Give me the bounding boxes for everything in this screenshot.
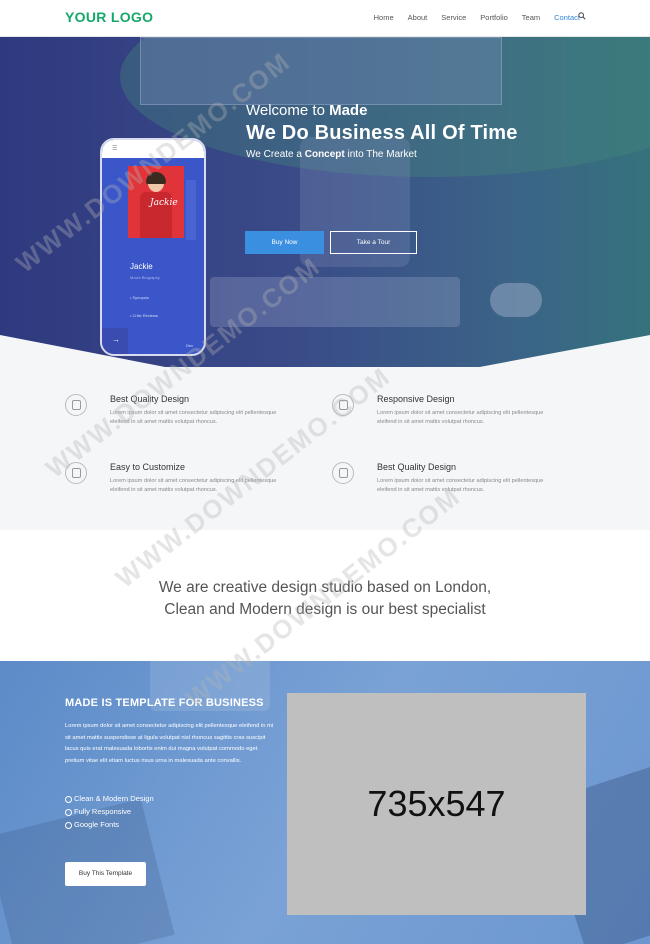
template-section: MADE IS TEMPLATE FOR BUSINESS Lorem ipsu…	[0, 661, 650, 944]
feature-text: Lorem ipsum dolor sit amet consectetur a…	[110, 410, 277, 425]
image-placeholder: 735x547	[287, 693, 586, 915]
settings-icon	[65, 462, 87, 484]
hero-background-monitor	[140, 37, 502, 105]
phone-poster: Jackie	[128, 166, 184, 238]
hero-background-mouse	[490, 283, 542, 317]
monitor-icon	[332, 394, 354, 416]
list-item: Fully Responsive	[65, 805, 154, 818]
take-a-tour-button[interactable]: Take a Tour	[330, 231, 417, 254]
tagline: We are creative design studio based on L…	[0, 577, 650, 621]
feature-title: Best Quality Design	[377, 462, 457, 472]
nav-item-contact[interactable]: Contact	[554, 13, 580, 22]
template-section-text: Lorem ipsum dolor sit amet consectetur a…	[65, 723, 274, 764]
phone-subtitle: Movie Biography	[130, 275, 160, 280]
features-section: Best Quality Design Lorem ipsum dolor si…	[0, 367, 650, 530]
hamburger-icon: ☰	[112, 146, 118, 152]
buy-now-button[interactable]: Buy Now	[245, 231, 324, 254]
hero-text: Welcome to Made We Do Business All Of Ti…	[246, 102, 518, 160]
search-icon[interactable]	[578, 12, 586, 20]
feature-title: Easy to Customize	[110, 462, 186, 472]
feature-text: Lorem ipsum dolor sit amet consectetur a…	[110, 478, 277, 493]
nav-menu: Home About Service Portfolio Team Contac…	[360, 13, 580, 22]
hero-bottom-shape	[0, 335, 650, 367]
phone-list-item: • Critic Reviews	[130, 313, 158, 318]
feature-title: Responsive Design	[377, 394, 455, 404]
buy-this-template-button[interactable]: Buy This Template	[65, 862, 146, 886]
logo[interactable]: YOUR LOGO	[65, 9, 153, 25]
tagline-line: Clean and Modern design is our best spec…	[164, 601, 486, 618]
phone-corner-label: Dec	[186, 343, 194, 348]
nav-item-portfolio[interactable]: Portfolio	[480, 13, 508, 22]
feature-text: Lorem ipsum dolor sit amet consectetur a…	[377, 478, 544, 493]
hero-background-keyboard	[210, 277, 460, 327]
hero-title: We Do Business All Of Time	[246, 122, 518, 144]
tagline-line: We are creative design studio based on L…	[158, 579, 492, 596]
feature-title: Best Quality Design	[110, 394, 190, 404]
phone-title: Jackie	[130, 262, 153, 271]
list-item: Clean & Modern Design	[65, 792, 154, 805]
poster-figure-hair	[146, 172, 166, 184]
mobile-icon	[332, 462, 354, 484]
feature-text: Lorem ipsum dolor sit amet consectetur a…	[377, 410, 544, 425]
template-feature-list: Clean & Modern Design Fully Responsive G…	[65, 792, 154, 831]
poster-signature: Jackie	[150, 198, 178, 208]
hero-subtitle: We Create a Concept into The Market	[246, 149, 417, 160]
hero-welcome: Welcome to Made	[246, 102, 368, 119]
list-item: Google Fonts	[65, 818, 154, 831]
phone-list-item: • Synopsis	[130, 295, 149, 300]
nav-item-home[interactable]: Home	[374, 13, 394, 22]
template-section-title: MADE IS TEMPLATE FOR BUSINESS	[65, 697, 264, 709]
placeholder-label: 735x547	[367, 783, 506, 824]
hero-section	[0, 37, 650, 367]
phone-sidebar	[186, 180, 196, 240]
arrow-right-icon: →	[112, 335, 120, 344]
nav-item-about[interactable]: About	[408, 13, 428, 22]
top-navbar: YOUR LOGO Home About Service Portfolio T…	[0, 0, 650, 37]
nav-item-team[interactable]: Team	[522, 13, 540, 22]
nav-item-service[interactable]: Service	[441, 13, 466, 22]
phone-mockup: ☰ Jackie Jackie Movie Biography • Synops…	[100, 138, 206, 356]
brush-icon	[65, 394, 87, 416]
